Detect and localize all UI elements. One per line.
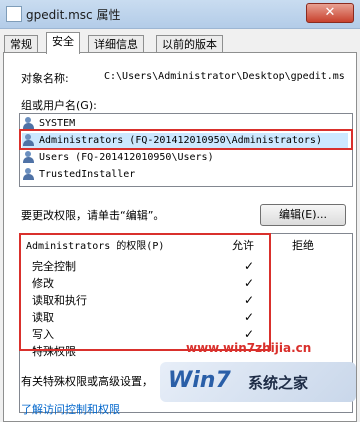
tab-previous-versions[interactable]: 以前的版本: [156, 35, 223, 53]
edit-button[interactable]: 编辑(E)...: [260, 204, 346, 226]
list-item[interactable]: TrustedInstaller: [22, 167, 348, 183]
user-group-icon: [22, 117, 36, 129]
edit-hint: 要更改权限，请单击“编辑”。: [21, 209, 165, 222]
object-name-value: C:\Users\Administrator\Desktop\gpedit.ms: [104, 71, 345, 82]
groups-listbox[interactable]: SYSTEM Administrators (FQ-201412010950\A…: [19, 113, 353, 187]
tab-details[interactable]: 详细信息: [88, 35, 144, 53]
file-icon: [6, 6, 22, 22]
window-title: gpedit.msc 属性: [26, 8, 121, 22]
access-control-link[interactable]: 了解访问控制和权限: [21, 401, 120, 417]
logo-win-text: Win7: [168, 368, 231, 393]
tab-security[interactable]: 安全: [46, 32, 80, 54]
user-group-icon: [22, 151, 36, 163]
logo-site-text: 系统之家: [248, 374, 309, 392]
deny-column-header: 拒绝: [292, 239, 314, 252]
user-group-icon: [22, 168, 36, 180]
groups-label: 组或用户名(G):: [21, 99, 97, 112]
list-item-label: Users (FQ-201412010950\Users): [39, 152, 214, 163]
selection-highlight-box: [19, 129, 353, 150]
title-bar: gpedit.msc 属性 ✕: [0, 0, 360, 29]
close-button[interactable]: ✕: [306, 3, 354, 23]
watermark-logo: Win7 系统之家: [160, 362, 356, 402]
special-permissions-text: 有关特殊权限或高级设置，: [21, 375, 153, 388]
object-name-label: 对象名称:: [21, 72, 69, 85]
list-item[interactable]: Users (FQ-201412010950\Users): [22, 150, 348, 166]
permissions-highlight-box: [19, 233, 271, 351]
list-item-label: SYSTEM: [39, 118, 76, 129]
tab-general[interactable]: 常规: [4, 35, 38, 53]
watermark-url: www.win7zhijia.cn: [186, 341, 312, 355]
list-item-label: TrustedInstaller: [39, 169, 136, 180]
